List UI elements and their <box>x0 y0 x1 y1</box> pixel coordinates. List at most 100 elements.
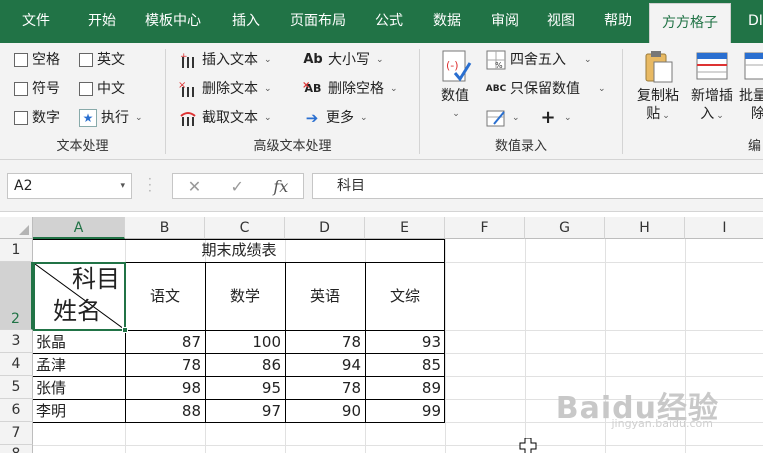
edit-entry-button[interactable]: ⌄ <box>486 107 520 129</box>
tab-fangfang-gezi[interactable]: 方方格子 <box>649 3 731 43</box>
score-cell[interactable]: 78 <box>125 353 205 376</box>
score-cell[interactable]: 95 <box>205 376 285 399</box>
delete-spaces-button[interactable]: × AB 删除空格 ⌄ <box>302 78 398 100</box>
header-cell[interactable]: 语文 <box>125 262 205 330</box>
name-box[interactable]: A2 ▾ <box>7 173 132 199</box>
tab-insert[interactable]: 插入 <box>232 0 260 43</box>
select-all-corner[interactable] <box>0 217 33 239</box>
score-cell[interactable]: 98 <box>125 376 205 399</box>
table-title[interactable]: 期末成绩表 <box>33 239 445 262</box>
row-header-6[interactable]: 6 <box>0 399 33 422</box>
tab-di[interactable]: DI <box>748 0 763 43</box>
row-header-8[interactable]: 8 <box>0 445 33 453</box>
resize-grip-icon[interactable]: · · · <box>148 173 152 197</box>
more-button[interactable]: ➔ 更多 ⌄ <box>302 107 368 129</box>
score-cell[interactable]: 94 <box>285 353 365 376</box>
row-header-2[interactable]: 2 <box>0 262 33 330</box>
chevron-down-icon: ⌄ <box>264 113 272 123</box>
header-cell[interactable]: 数学 <box>205 262 285 330</box>
score-cell[interactable]: 89 <box>365 376 445 399</box>
score-cell[interactable]: 78 <box>285 330 365 353</box>
tab-formulas[interactable]: 公式 <box>375 0 403 43</box>
row-header-4[interactable]: 4 <box>0 353 33 376</box>
tab-data[interactable]: 数据 <box>433 0 461 43</box>
insert-text-button[interactable]: + 插入文本 ⌄ <box>178 49 272 71</box>
row-header-7[interactable]: 7 <box>0 422 33 445</box>
checkbox-chinese[interactable]: 中文 <box>79 78 125 100</box>
delete-text-button[interactable]: × 删除文本 ⌄ <box>178 78 272 100</box>
row-header-5[interactable]: 5 <box>0 376 33 399</box>
cell-a2-diagonal[interactable]: 科目 姓名 <box>33 262 128 333</box>
enter-icon[interactable]: ✓ <box>231 177 244 196</box>
checkbox-box[interactable] <box>14 111 28 125</box>
chevron-down-icon[interactable]: ▾ <box>120 174 125 198</box>
column-header-h[interactable]: H <box>605 217 685 239</box>
checkbox-number[interactable]: 数字 <box>14 107 60 129</box>
column-header-c[interactable]: C <box>205 217 285 239</box>
checkbox-space[interactable]: 空格 <box>14 49 60 71</box>
checkbox-box[interactable] <box>14 82 28 96</box>
score-cell[interactable]: 88 <box>125 399 205 422</box>
score-cell[interactable]: 90 <box>285 399 365 422</box>
group-text-processing: 空格 英文 符号 中文 数字 ★ 执行 ⌄ 文本处理 <box>0 43 165 159</box>
checkbox-box[interactable] <box>79 53 93 67</box>
extract-text-button[interactable]: 截取文本 ⌄ <box>178 107 272 129</box>
execute-button[interactable]: ★ 执行 ⌄ <box>79 107 143 129</box>
tab-view[interactable]: 视图 <box>547 0 575 43</box>
name-cell[interactable]: 李明 <box>36 399 124 422</box>
name-cell[interactable]: 孟津 <box>36 353 124 376</box>
row-header-1[interactable]: 1 <box>0 239 33 262</box>
column-header-d[interactable]: D <box>285 217 365 239</box>
score-cell[interactable]: 99 <box>365 399 445 422</box>
score-cell[interactable]: 100 <box>205 330 285 353</box>
case-button[interactable]: Ab 大小写 ⌄ <box>302 49 383 71</box>
name-cell[interactable]: 张倩 <box>36 376 124 399</box>
keep-values-button[interactable]: ABC 只保留数值 ⌄ <box>486 78 606 100</box>
checkbox-english[interactable]: 英文 <box>79 49 125 71</box>
worksheet-grid[interactable]: A B C D E F G H I 1 2 3 4 5 6 7 8 期末成绩表 … <box>0 212 763 453</box>
group-label-text-processing: 文本处理 <box>56 139 109 154</box>
column-header-i[interactable]: I <box>685 217 763 239</box>
tab-help[interactable]: 帮助 <box>604 0 632 43</box>
row-header-3[interactable]: 3 <box>0 330 33 353</box>
header-cell[interactable]: 文综 <box>365 262 445 330</box>
checkbox-symbol[interactable]: 符号 <box>14 78 60 100</box>
copy-paste-button[interactable]: 复制粘 贴 ⌄ <box>633 49 683 125</box>
plus-button[interactable]: + ⌄ <box>538 107 571 129</box>
tab-template-center[interactable]: 模板中心 <box>145 0 201 43</box>
new-insert-button[interactable]: 新增插 入 ⌄ <box>687 49 737 125</box>
checkbox-box[interactable] <box>79 82 93 96</box>
group-label-number-entry: 数值录入 <box>494 139 547 154</box>
tab-home[interactable]: 开始 <box>88 0 116 43</box>
column-header-g[interactable]: G <box>525 217 605 239</box>
tab-file[interactable]: 文件 <box>22 0 50 43</box>
extract-text-label: 截取文本 <box>202 110 258 126</box>
checkbox-box[interactable] <box>14 53 28 67</box>
column-header-a[interactable]: A <box>33 217 125 239</box>
formula-input[interactable]: 科目 <box>312 173 763 199</box>
score-cell[interactable]: 87 <box>125 330 205 353</box>
score-cell[interactable]: 78 <box>285 376 365 399</box>
column-header-e[interactable]: E <box>365 217 445 239</box>
gridline <box>525 239 526 453</box>
score-cell[interactable]: 86 <box>205 353 285 376</box>
batch-delete-button[interactable]: 批量 除 <box>739 49 763 123</box>
ribbon-panel: 空格 英文 符号 中文 数字 ★ 执行 ⌄ 文本处理 + 插入文本 ⌄ × 删除文本… <box>0 43 763 160</box>
execute-star-icon: ★ <box>79 109 97 127</box>
tab-page-layout[interactable]: 页面布局 <box>290 0 346 43</box>
insert-function-icon[interactable]: fx <box>273 177 288 196</box>
column-header-f[interactable]: F <box>445 217 525 239</box>
score-cell[interactable]: 93 <box>365 330 445 353</box>
number-button[interactable]: (-) 数值 ⌄ <box>432 49 478 123</box>
cancel-icon[interactable]: ✕ <box>188 177 201 196</box>
column-header-b[interactable]: B <box>125 217 205 239</box>
round-button[interactable]: % 四舍五入 ⌄ <box>486 49 592 71</box>
extract-text-icon <box>180 112 196 126</box>
score-cell[interactable]: 97 <box>205 399 285 422</box>
name-cell[interactable]: 张晶 <box>36 330 124 353</box>
header-cell[interactable]: 英语 <box>285 262 365 330</box>
tab-review[interactable]: 审阅 <box>491 0 519 43</box>
score-cell[interactable]: 85 <box>365 353 445 376</box>
case-icon: Ab <box>303 52 323 67</box>
group-label-edit: 编 <box>747 139 761 154</box>
